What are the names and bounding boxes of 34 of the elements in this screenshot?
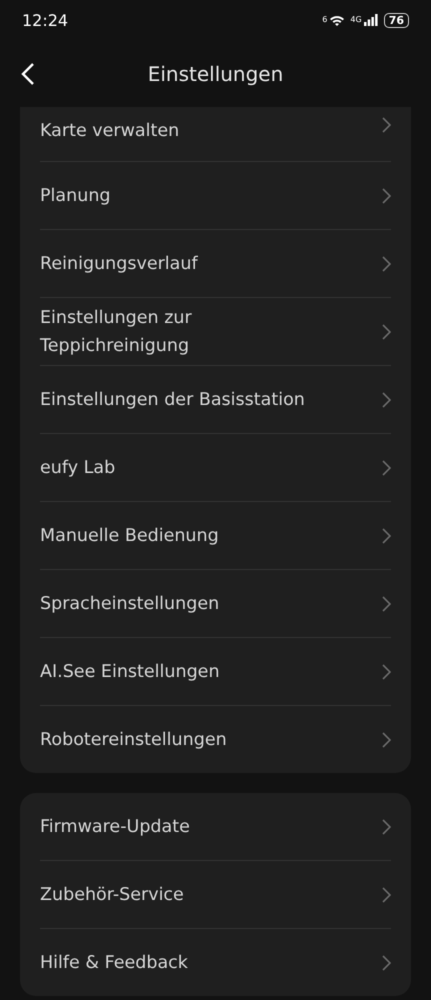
chevron-icon — [382, 954, 391, 970]
settings-row[interactable]: Spracheinstellungen — [40, 570, 391, 638]
chevron-icon — [382, 392, 391, 408]
chevron-icon — [382, 732, 391, 748]
chevron-icon — [382, 818, 391, 834]
settings-row[interactable]: eufy Lab — [40, 434, 391, 502]
chevron-icon — [382, 664, 391, 680]
chevron-icon — [382, 117, 391, 133]
settings-row[interactable]: Firmware-Update — [40, 793, 391, 861]
signal-icon — [364, 14, 378, 26]
settings-row[interactable]: Einstellungen zur Teppichreinigung — [40, 298, 391, 366]
wifi-band-label: 6 — [322, 14, 328, 24]
chevron-icon — [382, 188, 391, 204]
settings-row[interactable]: Hilfe & Feedback — [40, 929, 391, 996]
network-label: 4G — [350, 14, 362, 24]
chevron-icon — [382, 596, 391, 612]
chevron-icon — [382, 256, 391, 272]
settings-row[interactable]: Reinigungsverlauf — [40, 230, 391, 298]
settings-row[interactable]: Einstellungen der Basisstation — [40, 366, 391, 434]
page-title: Einstellungen — [148, 62, 284, 86]
settings-row[interactable]: Manuelle Bedienung — [40, 502, 391, 570]
chevron-icon — [382, 324, 391, 340]
battery-indicator: 76 — [384, 12, 409, 28]
chevron-icon — [382, 460, 391, 476]
chevron-icon — [382, 886, 391, 902]
settings-row[interactable]: AI.See Einstellungen — [40, 638, 391, 706]
settings-row[interactable]: Karte verwalten — [40, 107, 391, 162]
chevron-icon — [382, 528, 391, 544]
settings-row[interactable]: Zubehör-Service — [40, 861, 391, 929]
status-time: 12:24 — [22, 10, 68, 30]
settings-row[interactable]: Planung — [40, 162, 391, 230]
settings-row[interactable]: Robotereinstellungen — [40, 706, 391, 773]
back-icon[interactable] — [21, 62, 35, 86]
wifi-icon — [329, 14, 346, 26]
